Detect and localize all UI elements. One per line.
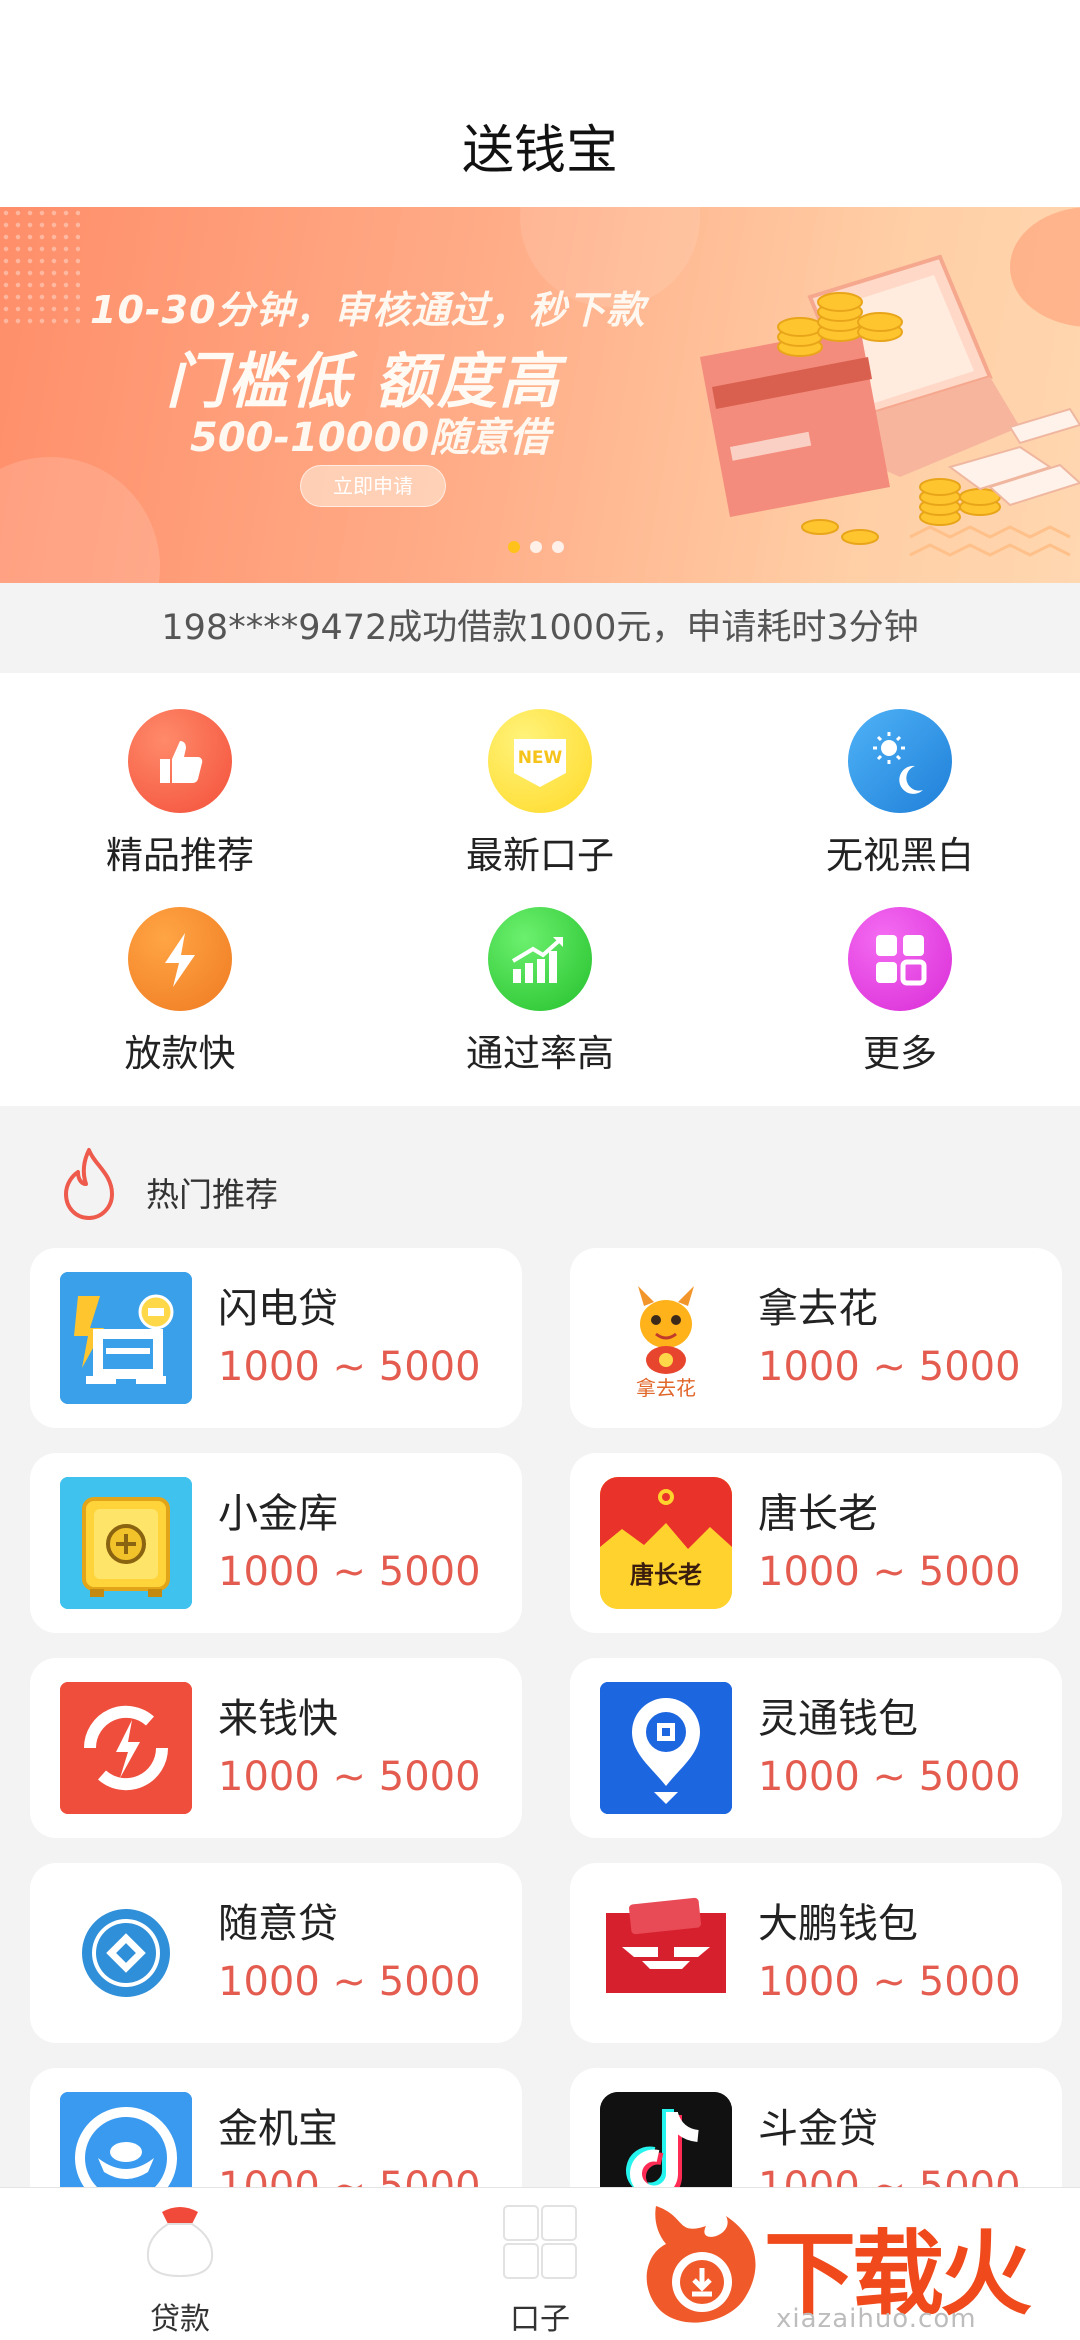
category-label: 通过率高 [466, 1032, 614, 1075]
svg-text:NEW: NEW [518, 748, 563, 768]
banner-decor-circle [0, 457, 160, 583]
product-name: 唐长老 [758, 1491, 878, 1537]
product-name: 灵通钱包 [758, 1696, 918, 1742]
product-card[interactable]: 唐长老 唐长老 1000 ~ 5000 [570, 1453, 1062, 1633]
category-label: 更多 [863, 1032, 937, 1075]
logo-caption: 拿去花 [636, 1376, 696, 1400]
nav-tab-channels[interactable]: 口子 [450, 2202, 630, 2338]
category-label: 无视黑白 [826, 834, 974, 877]
grid-icon [848, 907, 952, 1011]
app-screen: 送钱宝 10-30分钟，审核通过，秒下款 门槛低 额度高 500-10000随意… [0, 0, 1080, 2340]
location-wallet-logo [600, 1682, 732, 1814]
nav-tab-label: 贷款 [150, 2302, 210, 2337]
product-card[interactable]: 大鹏钱包 1000 ~ 5000 [570, 1863, 1062, 2043]
banner-headline: 10-30分钟，审核通过，秒下款 [90, 288, 646, 332]
nav-tab-label: 口子 [510, 2302, 570, 2337]
hot-section-header: 热门推荐 [0, 1106, 1080, 1246]
naquhua-logo: 拿去花 [600, 1272, 732, 1404]
page-title: 送钱宝 [461, 121, 618, 181]
promo-banner[interactable]: 10-30分钟，审核通过，秒下款 门槛低 额度高 500-10000随意借 立即… [0, 207, 1080, 583]
product-card[interactable]: 小金库 1000 ~ 5000 [30, 1453, 522, 1633]
product-name: 小金库 [218, 1491, 338, 1537]
category-newest[interactable]: NEW 最新口子 [410, 709, 670, 879]
grid-icon [500, 2202, 580, 2282]
coin-logo [60, 1887, 192, 2019]
banner-amount: 500-10000随意借 [190, 415, 550, 461]
indicator-dot-active [508, 541, 520, 553]
app-header: 送钱宝 [0, 0, 1080, 207]
category-fast-payout[interactable]: 放款快 [50, 907, 310, 1077]
category-more[interactable]: 更多 [770, 907, 1030, 1077]
new-badge-icon: NEW [488, 709, 592, 813]
loan-amount-range: 1000 ~ 5000 [758, 1344, 1021, 1390]
growth-chart-icon [488, 907, 592, 1011]
wallet-logo [600, 1887, 732, 2019]
banner-page-indicator [508, 541, 564, 553]
category-label: 最新口子 [466, 834, 614, 877]
indicator-dot [552, 541, 564, 553]
logo-caption: 唐长老 [630, 1561, 702, 1589]
thumbs-up-icon [128, 709, 232, 813]
product-name: 金机宝 [218, 2106, 338, 2152]
laptop-coins-illustration [700, 254, 1080, 557]
watermark-url: xiazaihuo.com [776, 2304, 977, 2334]
product-name: 来钱快 [218, 1696, 338, 1742]
category-label: 精品推荐 [106, 834, 254, 877]
hot-section-title: 热门推荐 [146, 1175, 278, 1214]
category-no-credit-check[interactable]: 无视黑白 [770, 709, 1030, 879]
nav-tab-loans[interactable]: 贷款 [90, 2202, 270, 2338]
loan-amount-range: 1000 ~ 5000 [218, 1549, 481, 1595]
site-watermark: 下载火 xiazaihuo.com [636, 2196, 1080, 2340]
product-name: 闪电贷 [218, 1286, 338, 1332]
product-name: 随意贷 [218, 1901, 338, 1947]
fire-logo-icon [646, 2206, 756, 2323]
category-grid: 精品推荐 NEW 最新口子 无视黑白 放款快 通过率高 更多 [0, 673, 1080, 1106]
product-card[interactable]: 来钱快 1000 ~ 5000 [30, 1658, 522, 1838]
shandiandai-logo [60, 1272, 192, 1404]
loan-amount-range: 1000 ~ 5000 [758, 1549, 1021, 1595]
product-name: 大鹏钱包 [758, 1901, 918, 1947]
laiqiankuai-logo [60, 1682, 192, 1814]
category-high-approval[interactable]: 通过率高 [410, 907, 670, 1077]
product-name: 斗金贷 [758, 2106, 878, 2152]
lightning-icon [128, 907, 232, 1011]
product-card[interactable]: 闪电贷 1000 ~ 5000 [30, 1248, 522, 1428]
category-label: 放款快 [124, 1032, 236, 1075]
money-bag-icon [140, 2202, 220, 2282]
indicator-dot [530, 541, 542, 553]
category-featured[interactable]: 精品推荐 [50, 709, 310, 879]
product-card[interactable]: 拿去花 拿去花 1000 ~ 5000 [570, 1248, 1062, 1428]
loan-amount-range: 1000 ~ 5000 [218, 1344, 481, 1390]
day-night-icon [848, 709, 952, 813]
product-name: 拿去花 [758, 1286, 878, 1332]
apply-now-button[interactable]: 立即申请 [300, 465, 446, 507]
loan-success-notice: 198****9472成功借款1000元，申请耗时3分钟 [0, 583, 1080, 673]
loan-amount-range: 1000 ~ 5000 [218, 1959, 481, 2005]
loan-amount-range: 1000 ~ 5000 [758, 1959, 1021, 2005]
flame-icon [64, 1148, 114, 1220]
product-card[interactable]: 灵通钱包 1000 ~ 5000 [570, 1658, 1062, 1838]
tangzhanglao-logo: 唐长老 [600, 1477, 732, 1609]
banner-dot-pattern [0, 207, 80, 327]
product-card[interactable]: 随意贷 1000 ~ 5000 [30, 1863, 522, 2043]
loan-amount-range: 1000 ~ 5000 [758, 1754, 1021, 1800]
safe-logo [60, 1477, 192, 1609]
loan-amount-range: 1000 ~ 5000 [218, 1754, 481, 1800]
